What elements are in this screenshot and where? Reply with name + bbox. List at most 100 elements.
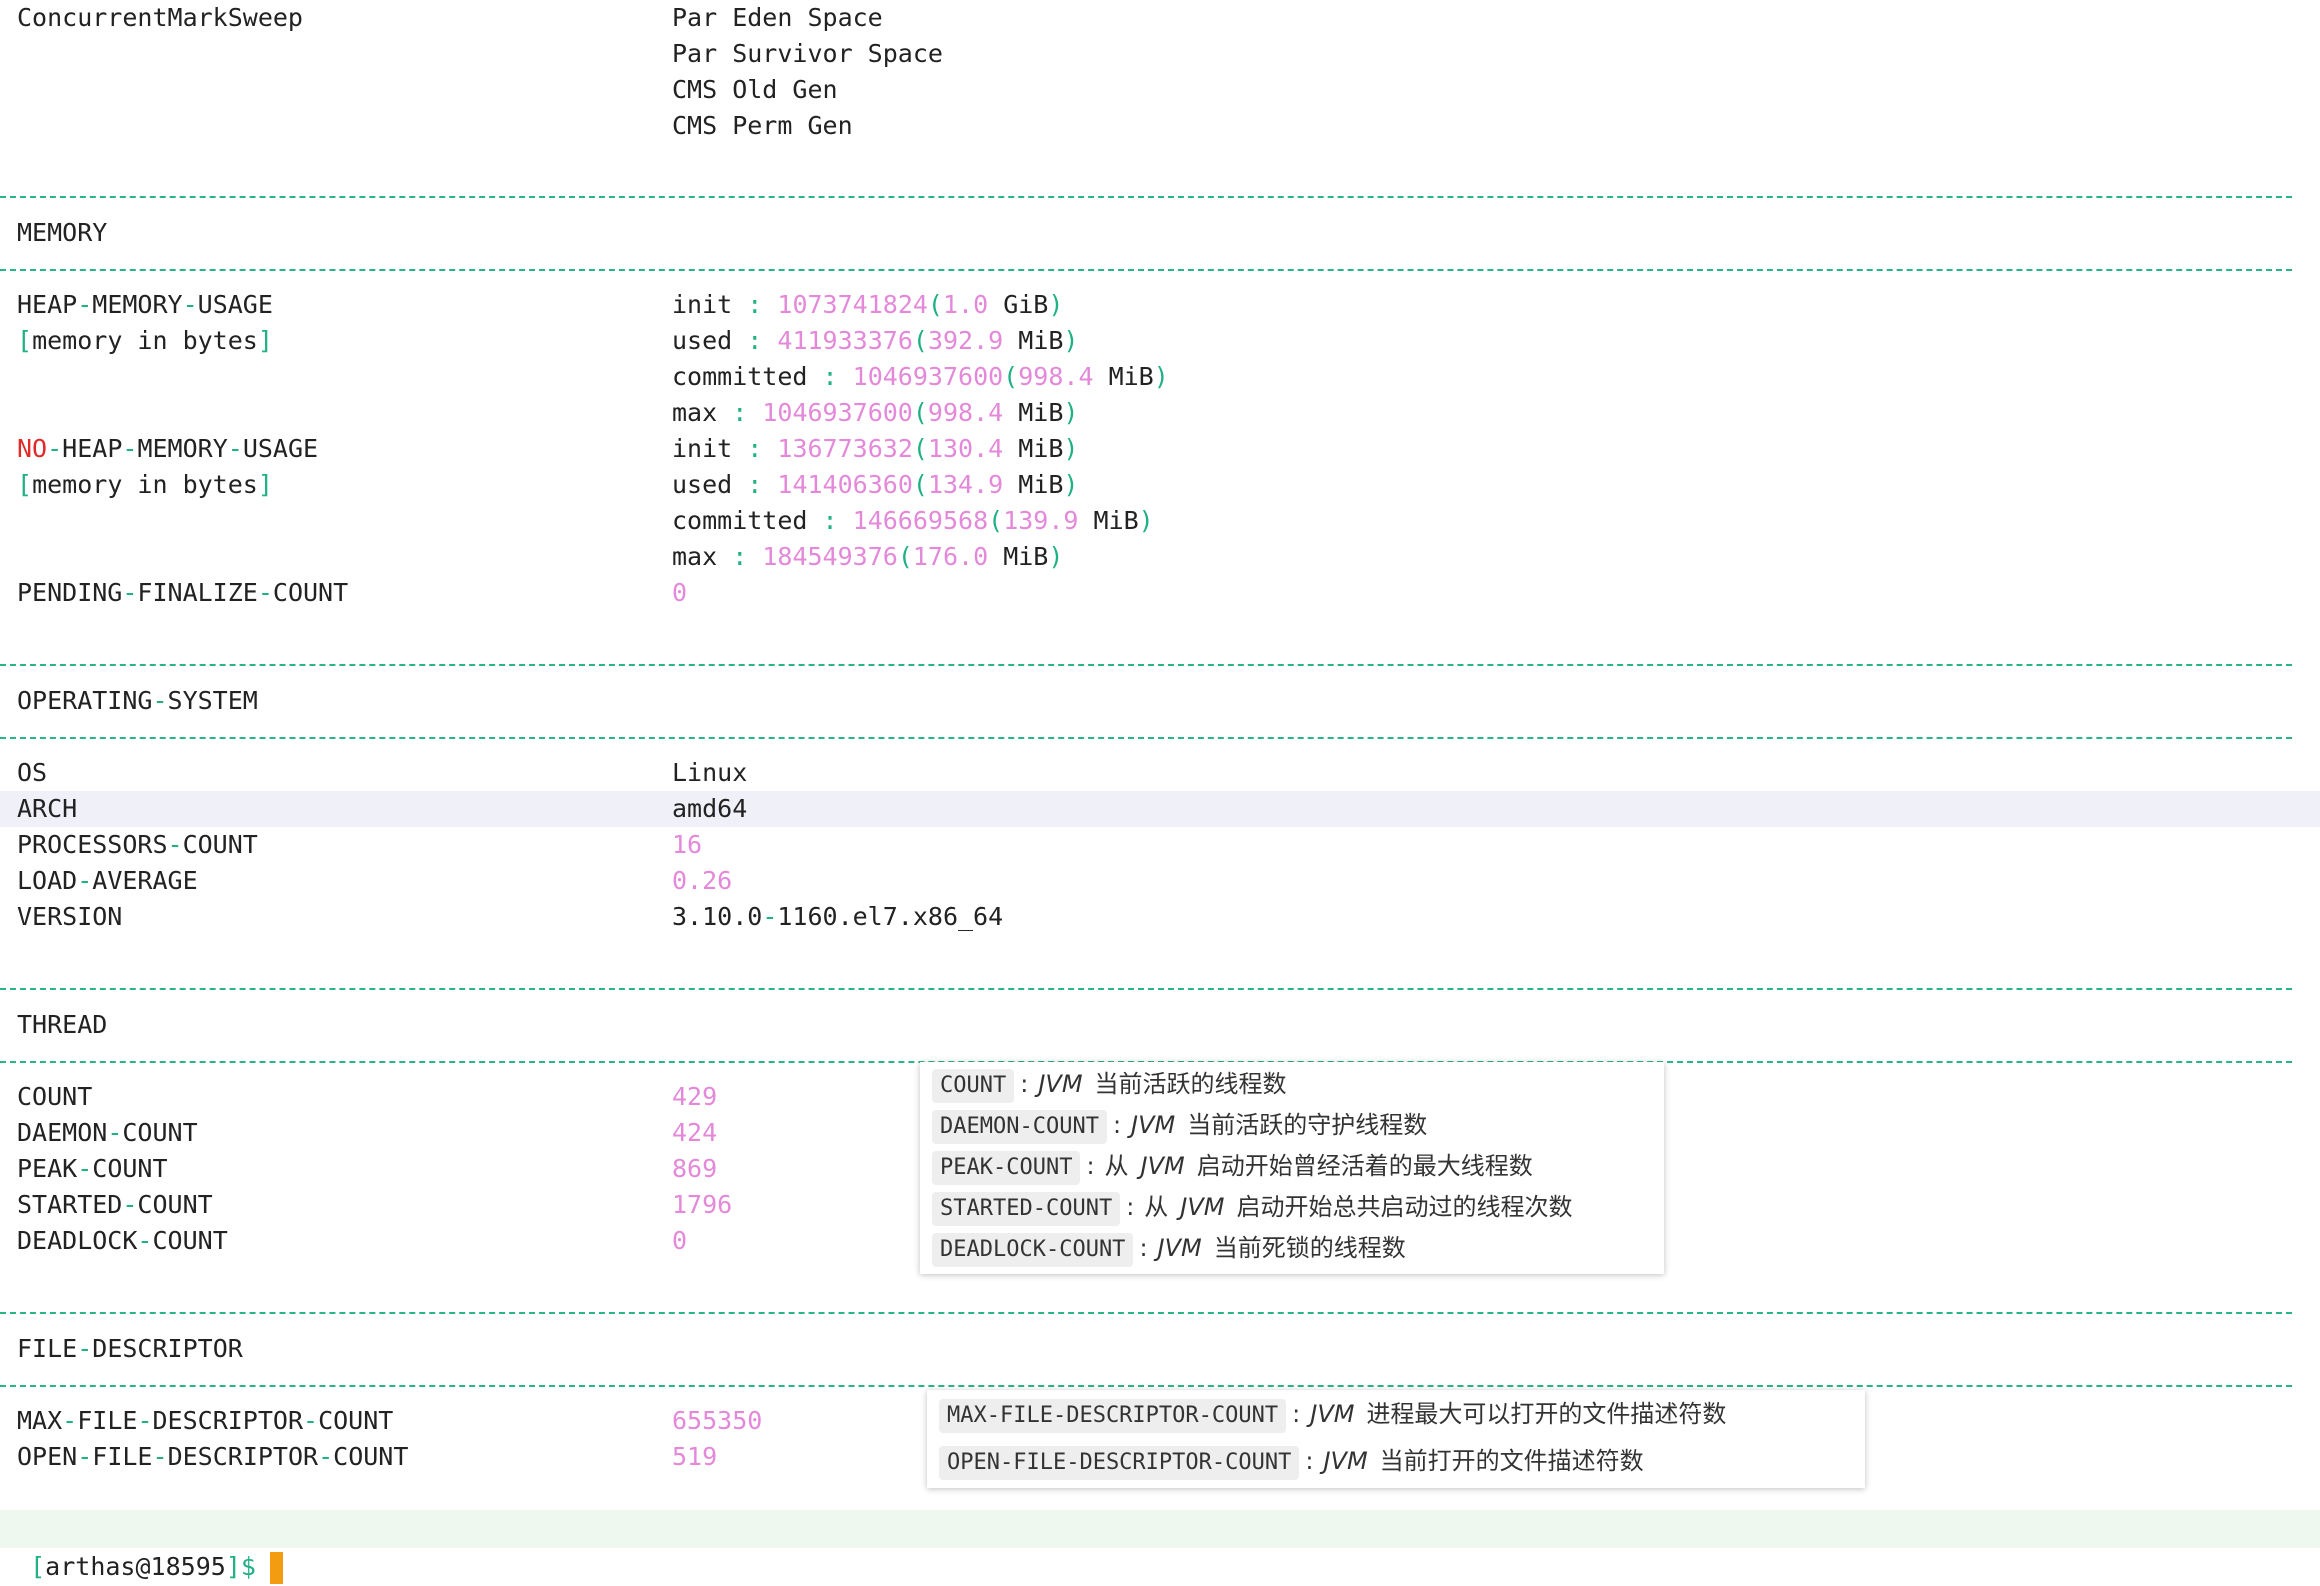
peak-count-label: PEAK-COUNT (17, 1154, 168, 1183)
tooltip-row: DEADLOCK-COUNT: JVM 当前死锁的线程数 (932, 1229, 1406, 1267)
os-row: OS Linux (0, 755, 2320, 791)
arch-value: amd64 (672, 794, 748, 823)
tooltip-text: 启动开始总共启动过的线程次数 (1236, 1193, 1573, 1221)
tooltip-jvm: JVM (1140, 1152, 1185, 1180)
started-count-value: 1796 (672, 1190, 733, 1219)
tooltip-text: 进程最大可以打开的文件描述符数 (1366, 1400, 1727, 1428)
tooltip-jvm: JVM (1310, 1400, 1355, 1428)
tooltip-prefix: 从 (1104, 1152, 1129, 1180)
section-title: THREAD (17, 1010, 108, 1039)
tooltip-code: PEAK-COUNT (932, 1151, 1081, 1185)
tooltip-row: PEAK-COUNT: 从 JVM 启动开始曾经活着的最大线程数 (932, 1147, 1533, 1185)
thread-count-label: COUNT (17, 1082, 93, 1111)
daemon-count-label: DAEMON-COUNT (17, 1118, 198, 1147)
pending-row: PENDING-FINALIZE-COUNT 0 (0, 575, 2320, 611)
heap-row: max : 1046937600(998.4 MiB) (0, 395, 2320, 431)
fd-tooltip: MAX-FILE-DESCRIPTOR-COUNT: JVM 进程最大可以打开的文件… (927, 1390, 1865, 1488)
tooltip-text: 当前活跃的守护线程数 (1187, 1111, 1428, 1139)
section-divider (0, 1385, 2292, 1387)
section-title: OPERATING-SYSTEM (17, 686, 258, 715)
heap-row: [memory in bytes] used : 411933376(392.9… (0, 323, 2320, 359)
thread-tooltip: COUNT: JVM 当前活跃的线程数 DAEMON-COUNT: JVM 当前活跃的守… (920, 1062, 1664, 1274)
os-value: Linux (672, 758, 748, 787)
tooltip-text: 当前死锁的线程数 (1213, 1234, 1406, 1262)
tooltip-jvm: JVM (1131, 1111, 1176, 1139)
tooltip-jvm: JVM (1180, 1193, 1225, 1221)
heap-committed-value: committed : 1046937600(998.4 MiB) (672, 362, 1169, 391)
processors-count-label: PROCESSORS-COUNT (17, 830, 258, 859)
peak-count-value: 869 (672, 1154, 718, 1183)
tooltip-code: DEADLOCK-COUNT (932, 1233, 1134, 1267)
tooltip-row: STARTED-COUNT: 从 JVM 启动开始总共启动过的线程次数 (932, 1188, 1572, 1226)
open-fd-count-value: 519 (672, 1442, 718, 1471)
noheap-row: committed : 146669568(139.9 MiB) (0, 503, 2320, 539)
processors-row: PROCESSORS-COUNT 16 (0, 827, 2320, 863)
tooltip-code: DAEMON-COUNT (932, 1110, 1107, 1144)
tooltip-text: 当前活跃的线程数 (1094, 1070, 1287, 1098)
heap-init-value: init : 1073741824(1.0 GiB) (672, 290, 1064, 319)
pending-finalize-count-label: PENDING-FINALIZE-COUNT (17, 578, 349, 607)
tooltip-code: STARTED-COUNT (932, 1192, 1121, 1226)
section-divider (0, 1312, 2292, 1314)
section-divider (0, 737, 2292, 739)
noheap-committed-value: committed : 146669568(139.9 MiB) (672, 506, 1154, 535)
version-value: 3.10.0-1160.el7.x86_64 (672, 902, 1004, 931)
gc-row: CMS Old Gen (0, 72, 2320, 108)
tooltip-row: DAEMON-COUNT: JVM 当前活跃的守护线程数 (932, 1106, 1427, 1144)
heap-row: committed : 1046937600(998.4 MiB) (0, 359, 2320, 395)
tooltip-code: COUNT (932, 1069, 1015, 1103)
thread-count-value: 429 (672, 1082, 718, 1111)
version-label: VERSION (17, 902, 123, 931)
open-fd-count-label: OPEN-FILE-DESCRIPTOR-COUNT (17, 1442, 409, 1471)
tooltip-row: MAX-FILE-DESCRIPTOR-COUNT: JVM 进程最大可以打开的文件… (939, 1395, 1726, 1433)
arch-row: ARCH amd64 (0, 791, 2320, 827)
section-header-memory: MEMORY (0, 215, 2320, 251)
noheap-row: [memory in bytes] used : 141406360(134.9… (0, 467, 2320, 503)
heap-used-value: used : 411933376(392.9 MiB) (672, 326, 1079, 355)
noheap-max-value: max : 184549376(176.0 MiB) (672, 542, 1064, 571)
tooltip-jvm: JVM (1157, 1234, 1202, 1262)
section-divider (0, 988, 2292, 990)
gc-row: ConcurrentMarkSweep Par Eden Space (0, 0, 2320, 36)
tooltip-text: 启动开始曾经活着的最大线程数 (1196, 1152, 1533, 1180)
processors-count-value: 16 (672, 830, 703, 859)
memory-in-bytes-note: [memory in bytes] (17, 326, 273, 355)
heap-memory-usage-label: HEAP-MEMORY-USAGE (17, 290, 273, 319)
shell-prompt[interactable]: [arthas@18595]$ (0, 1510, 2320, 1584)
tooltip-jvm: JVM (1038, 1070, 1083, 1098)
tooltip-jvm: JVM (1323, 1447, 1368, 1475)
tooltip-code: MAX-FILE-DESCRIPTOR-COUNT (939, 1399, 1287, 1433)
noheap-used-value: used : 141406360(134.9 MiB) (672, 470, 1079, 499)
section-header-os: OPERATING-SYSTEM (0, 683, 2320, 719)
section-divider (0, 664, 2292, 666)
section-header-fd: FILE-DESCRIPTOR (0, 1331, 2320, 1367)
noheap-row: max : 184549376(176.0 MiB) (0, 539, 2320, 575)
tooltip-row: COUNT: JVM 当前活跃的线程数 (932, 1065, 1287, 1103)
os-label: OS (17, 758, 48, 787)
gc-pool: CMS Perm Gen (672, 111, 853, 140)
load-row: LOAD-AVERAGE 0.26 (0, 863, 2320, 899)
arch-label: ARCH (17, 794, 78, 823)
load-average-value: 0.26 (672, 866, 733, 895)
max-fd-count-value: 655350 (672, 1406, 763, 1435)
gc-pool: Par Eden Space (672, 3, 883, 32)
deadlock-count-label: DEADLOCK-COUNT (17, 1226, 228, 1255)
tooltip-code: OPEN-FILE-DESCRIPTOR-COUNT (939, 1446, 1300, 1480)
gc-name: ConcurrentMarkSweep (17, 3, 303, 32)
gc-row: CMS Perm Gen (0, 108, 2320, 144)
gc-row: Par Survivor Space (0, 36, 2320, 72)
gc-pool: Par Survivor Space (672, 39, 943, 68)
tooltip-prefix: 从 (1144, 1193, 1169, 1221)
deadlock-count-value: 0 (672, 1226, 688, 1255)
no-heap-memory-usage-label: NO-HEAP-MEMORY-USAGE (17, 434, 319, 463)
section-divider (0, 269, 2292, 271)
section-title: FILE-DESCRIPTOR (17, 1334, 243, 1363)
prompt-text: [arthas@18595]$ (30, 1552, 256, 1581)
section-divider (0, 196, 2292, 198)
noheap-row: NO-HEAP-MEMORY-USAGE init : 136773632(13… (0, 431, 2320, 467)
pending-finalize-count-value: 0 (672, 578, 688, 607)
daemon-count-value: 424 (672, 1118, 718, 1147)
tooltip-row: OPEN-FILE-DESCRIPTOR-COUNT: JVM 当前打开的文件描述符… (939, 1442, 1644, 1480)
section-title: MEMORY (17, 218, 108, 247)
heap-max-value: max : 1046937600(998.4 MiB) (672, 398, 1079, 427)
